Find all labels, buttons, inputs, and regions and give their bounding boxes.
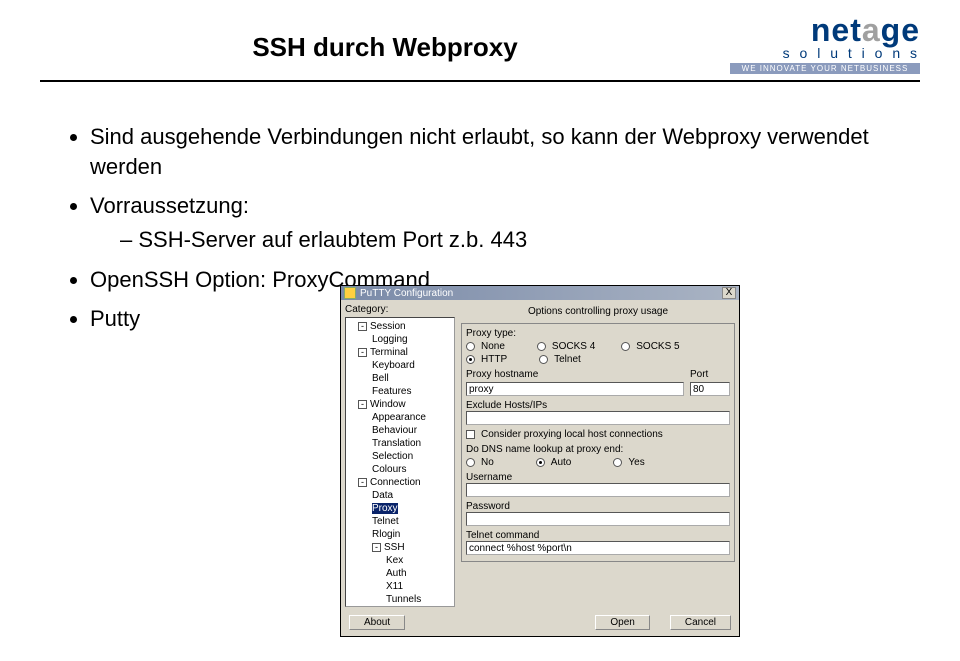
tree-item[interactable]: Data	[348, 489, 452, 502]
radio-socks5[interactable]	[621, 342, 630, 351]
consider-checkbox[interactable]	[466, 430, 475, 439]
tree-item-session[interactable]: Session	[370, 321, 406, 332]
logo-subtitle: s o l u t i o n s	[730, 45, 920, 61]
radio-label: HTTP	[481, 354, 507, 365]
logo-part: net	[811, 12, 862, 48]
category-label: Category:	[345, 304, 455, 315]
radio-label: None	[481, 341, 505, 352]
tree-item[interactable]: Behaviour	[348, 424, 452, 437]
radio-label: SOCKS 4	[552, 341, 595, 352]
tree-item-proxy-selected[interactable]: Proxy	[372, 503, 398, 514]
tree-item[interactable]: Colours	[348, 463, 452, 476]
proxy-settings-group: Proxy type: None SOCKS 4 SOCKS 5 HTTP Te…	[461, 323, 735, 562]
username-label: Username	[466, 472, 730, 483]
tree-item-terminal[interactable]: Terminal	[370, 347, 408, 358]
exclude-input[interactable]	[466, 411, 730, 425]
radio-label: Telnet	[554, 354, 581, 365]
radio-dns-yes[interactable]	[613, 458, 622, 467]
tree-item[interactable]: Rlogin	[348, 528, 452, 541]
tree-item-window[interactable]: Window	[370, 399, 406, 410]
panel-heading: Options controlling proxy usage	[461, 304, 735, 323]
tree-item[interactable]: X11	[348, 580, 452, 593]
category-tree[interactable]: -Session Logging -Terminal Keyboard Bell…	[345, 317, 455, 607]
radio-dns-no[interactable]	[466, 458, 475, 467]
radio-label: Yes	[628, 457, 644, 468]
proxy-hostname-input[interactable]	[466, 382, 684, 396]
dialog-title: PuTTY Configuration	[360, 288, 453, 299]
tree-item[interactable]: Translation	[348, 437, 452, 450]
radio-label: SOCKS 5	[636, 341, 679, 352]
page-title: SSH durch Webproxy	[40, 12, 730, 63]
app-icon	[344, 287, 356, 299]
radio-telnet[interactable]	[539, 355, 548, 364]
password-label: Password	[466, 501, 730, 512]
tree-item[interactable]: Keyboard	[348, 359, 452, 372]
logo-tagline: WE INNOVATE YOUR NETBUSINESS	[730, 63, 920, 74]
username-input[interactable]	[466, 483, 730, 497]
radio-label: Auto	[551, 457, 572, 468]
radio-label: No	[481, 457, 494, 468]
logo-part: ge	[881, 12, 920, 48]
brand-logo: netage s o l u t i o n s WE INNOVATE YOU…	[730, 12, 920, 74]
radio-none[interactable]	[466, 342, 475, 351]
cancel-button[interactable]: Cancel	[670, 615, 731, 630]
open-button[interactable]: Open	[595, 615, 649, 630]
bullet-text: Vorraussetzung:	[90, 193, 249, 218]
password-input[interactable]	[466, 512, 730, 526]
dialog-titlebar[interactable]: PuTTY Configuration X	[341, 286, 739, 300]
tree-item[interactable]: Auth	[348, 567, 452, 580]
proxy-port-input[interactable]	[690, 382, 730, 396]
telnet-command-input[interactable]	[466, 541, 730, 555]
tree-item-ssh[interactable]: SSH	[384, 542, 405, 553]
close-button[interactable]: X	[722, 287, 736, 299]
tree-item[interactable]: Appearance	[348, 411, 452, 424]
port-label: Port	[690, 369, 730, 380]
hostname-label: Proxy hostname	[466, 369, 684, 380]
tree-item[interactable]: Selection	[348, 450, 452, 463]
consider-label: Consider proxying local host connections	[481, 429, 663, 440]
logo-part: a	[862, 12, 881, 48]
tree-item[interactable]: Kex	[348, 554, 452, 567]
bullet-item: Vorraussetzung: SSH-Server auf erlaubtem…	[90, 191, 910, 254]
dns-label: Do DNS name lookup at proxy end:	[466, 444, 730, 455]
radio-http[interactable]	[466, 355, 475, 364]
putty-dialog: PuTTY Configuration X Category: -Session…	[340, 285, 740, 637]
tree-item-connection[interactable]: Connection	[370, 477, 421, 488]
bullet-item: Sind ausgehende Verbindungen nicht erlau…	[90, 122, 910, 181]
exclude-label: Exclude Hosts/IPs	[466, 400, 730, 411]
tree-item[interactable]: Bell	[348, 372, 452, 385]
tree-item[interactable]: Logging	[348, 333, 452, 346]
tree-item[interactable]: Features	[348, 385, 452, 398]
radio-socks4[interactable]	[537, 342, 546, 351]
proxy-type-label: Proxy type:	[466, 328, 730, 339]
sub-bullet-item: SSH-Server auf erlaubtem Port z.b. 443	[120, 225, 910, 255]
tree-item[interactable]: Telnet	[348, 515, 452, 528]
about-button[interactable]: About	[349, 615, 405, 630]
tree-item[interactable]: Tunnels	[348, 593, 452, 606]
radio-dns-auto[interactable]	[536, 458, 545, 467]
telnet-command-label: Telnet command	[466, 530, 730, 541]
